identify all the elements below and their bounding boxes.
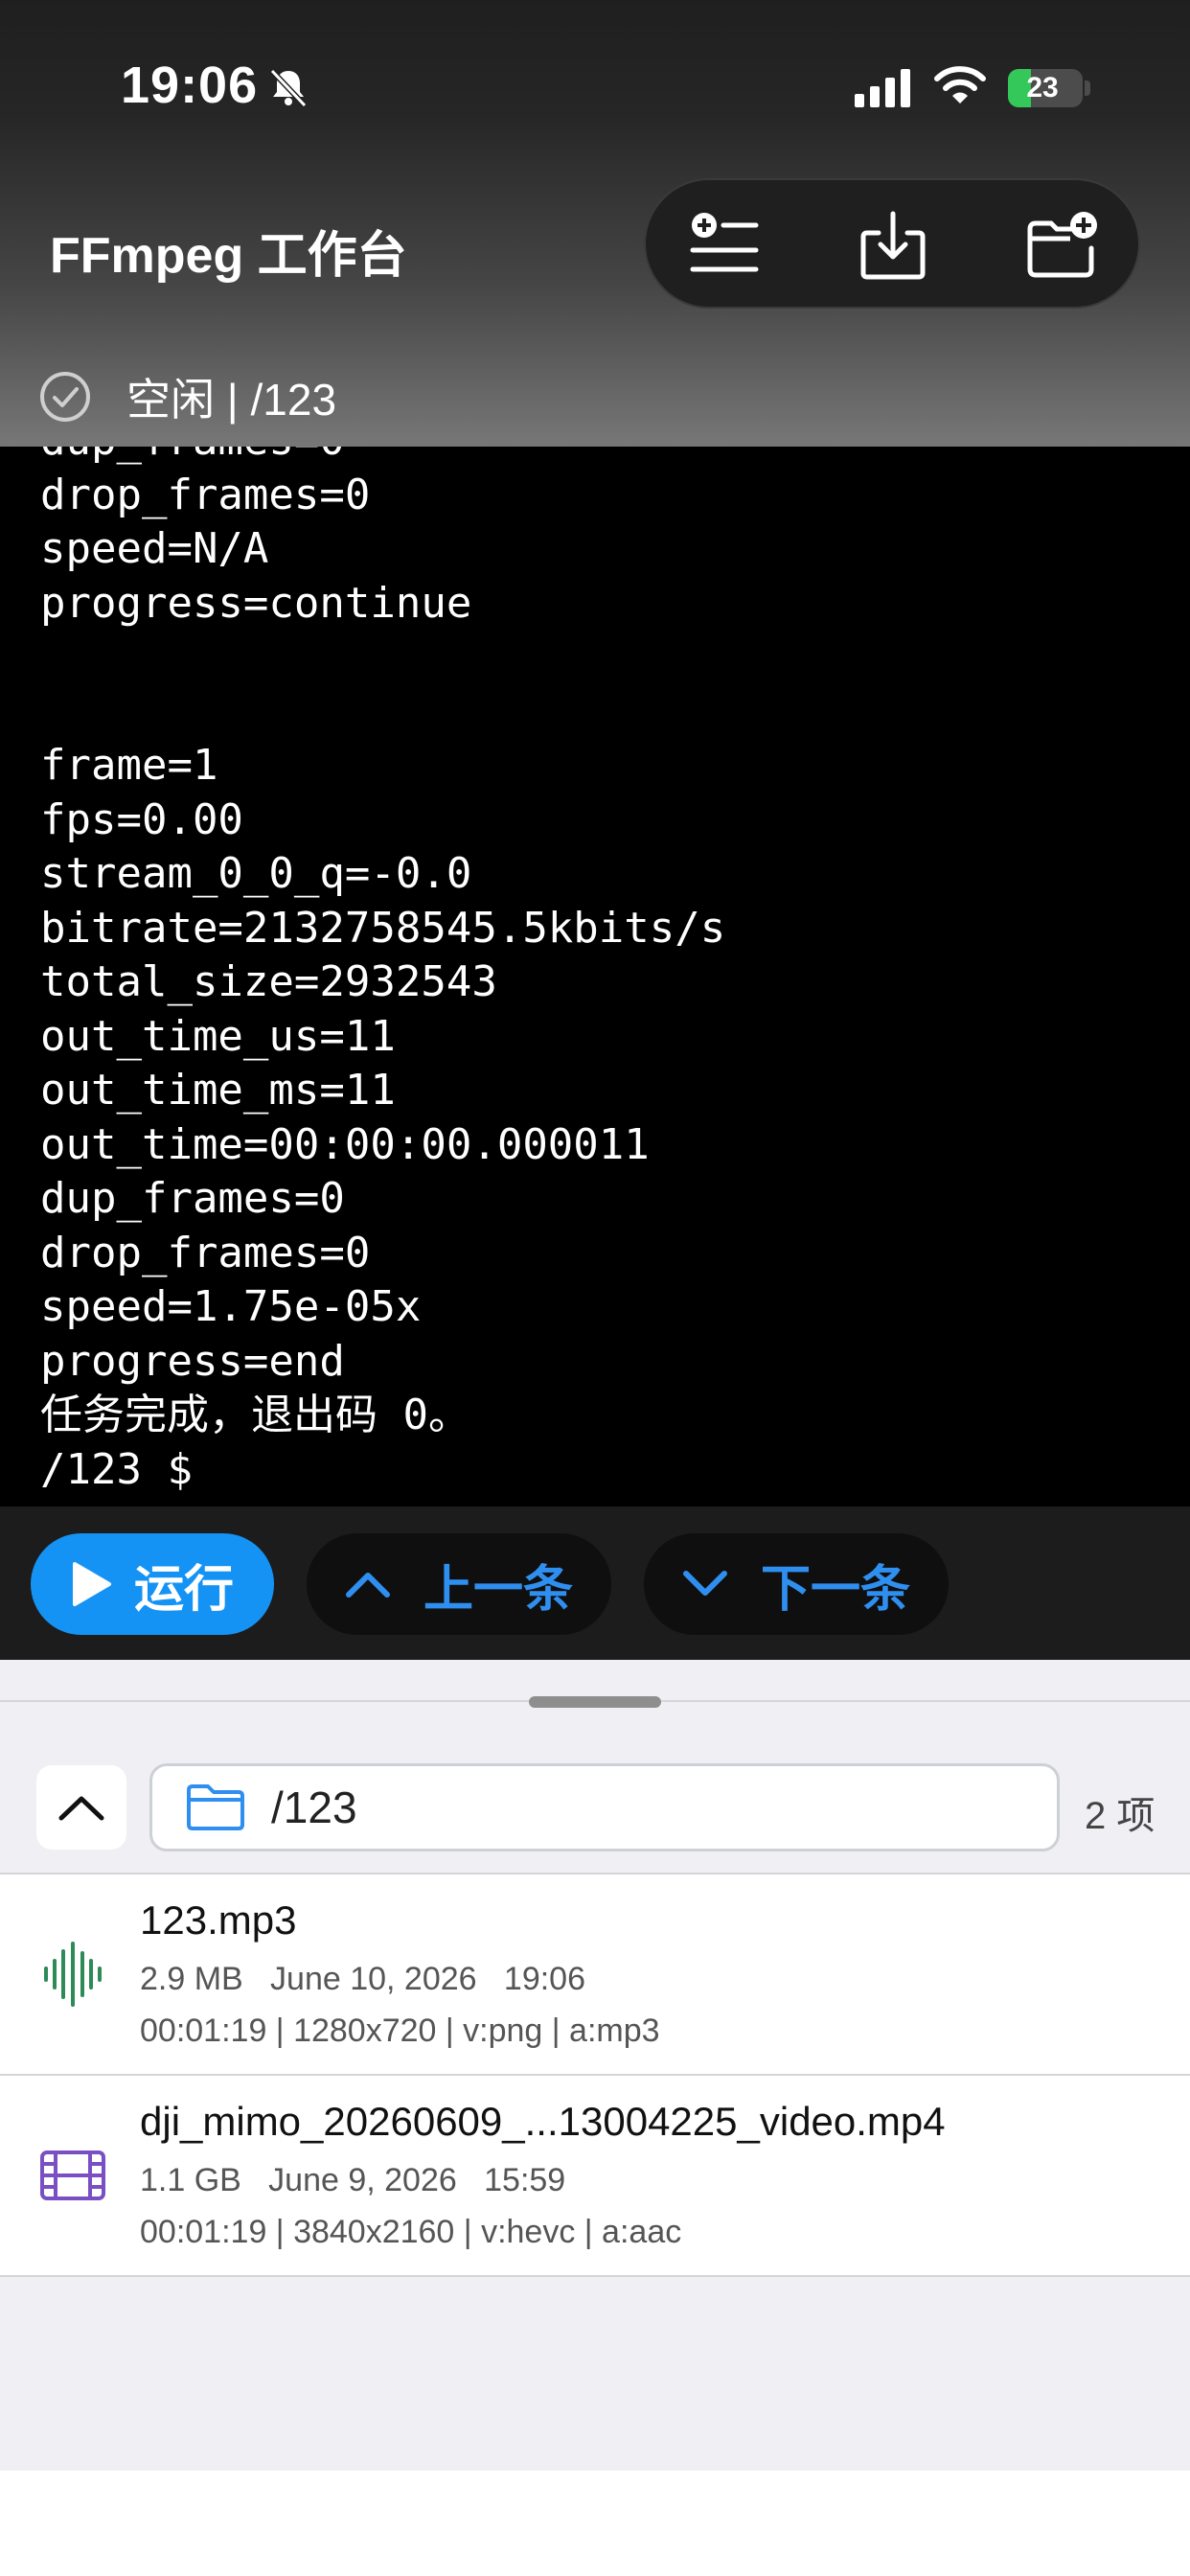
battery-level: 23 [1026, 72, 1059, 104]
terminal-line: out_time_ms=11 [40, 1066, 396, 1115]
previous-command-button[interactable]: 上一条 [307, 1533, 611, 1635]
terminal-line: progress=continue [40, 578, 472, 628]
terminal-output[interactable]: dup_frames=0drop_frames=0speed=N/Aprogre… [0, 447, 1190, 1506]
terminal-lines: dup_frames=0drop_frames=0speed=N/Aprogre… [40, 447, 725, 1497]
chevron-down-icon [682, 1571, 727, 1596]
terminal-line: stream_0_0_q=-0.0 [40, 849, 472, 898]
previous-command-label: 上一条 [423, 1561, 573, 1618]
page-title: FFmpeg 工作台 [50, 228, 407, 284]
run-button[interactable]: 运行 [31, 1533, 274, 1635]
download-icon [860, 211, 926, 280]
terminal-line: out_time_us=11 [40, 1011, 396, 1061]
file-media-info: 00:01:19 | 3840x2160 | v:hevc | a:aac [140, 2214, 682, 2250]
status-bar: 19:06 23 [0, 0, 1190, 172]
item-count: 2 项 [1085, 1795, 1156, 1837]
bell-slash-icon [269, 68, 308, 108]
terminal-line: dup_frames=0 [40, 1174, 345, 1223]
terminal-line: progress=end [40, 1336, 345, 1386]
terminal-line: bitrate=2132758545.5kbits/s [40, 903, 726, 953]
add-list-icon [690, 213, 759, 272]
chevron-up-icon [345, 1573, 390, 1598]
file-name: dji_mimo_20260609_...13004225_video.mp4 [140, 2099, 946, 2144]
film-icon [40, 2150, 105, 2200]
run-button-label: 运行 [133, 1561, 234, 1618]
chevron-up-icon [58, 1796, 104, 1821]
status-text: 空闲 | /123 [126, 375, 337, 425]
new-folder-icon [1027, 212, 1097, 278]
file-browser-panel: /123 2 项 123.mp3 2.9 MB June 10, 2026 19… [0, 1660, 1190, 2471]
folder-icon [187, 1784, 244, 1830]
checkmark-circle-icon [40, 372, 90, 422]
terminal-line: dup_frames=0 [40, 447, 725, 469]
task-status: 空闲 | /123 [38, 368, 336, 426]
list-item[interactable]: dji_mimo_20260609_...13004225_video.mp4 … [0, 2076, 1190, 2275]
current-path: /123 [271, 1782, 357, 1832]
panel-drag-handle[interactable] [529, 1696, 661, 1708]
terminal-line: /123 $ [40, 1444, 193, 1494]
header-toolbar [644, 178, 1140, 309]
next-command-label: 下一条 [760, 1561, 910, 1618]
terminal-line: drop_frames=0 [40, 1228, 371, 1277]
wifi-icon [934, 66, 986, 104]
path-field[interactable]: /123 [149, 1763, 1060, 1852]
terminal-line: speed=1.75e-05x [40, 1282, 422, 1331]
list-item[interactable]: 123.mp3 2.9 MB June 10, 2026 19:06 00:01… [0, 1874, 1190, 2074]
download-button[interactable] [853, 205, 933, 286]
bottom-area [0, 2471, 1190, 2576]
add-list-button[interactable] [684, 205, 765, 286]
play-icon [72, 1562, 111, 1606]
terminal-line: speed=N/A [40, 524, 269, 573]
cellular-signal-icon [855, 69, 910, 107]
terminal-line: total_size=2932543 [40, 957, 497, 1006]
terminal-line: fps=0.00 [40, 794, 243, 844]
new-folder-button[interactable] [1021, 205, 1102, 286]
audio-waveform-icon [44, 1942, 102, 2007]
terminal-line: frame=1 [40, 741, 218, 790]
battery-indicator: 23 [1008, 69, 1083, 107]
file-media-info: 00:01:19 | 1280x720 | v:png | a:mp3 [140, 2012, 660, 2049]
terminal-line: out_time=00:00:00.000011 [40, 1119, 650, 1169]
next-command-button[interactable]: 下一条 [644, 1533, 949, 1635]
app-header: 19:06 23 FFmpeg 工作台 空闲 | /123 [0, 0, 1190, 447]
file-size-date: 2.9 MB June 10, 2026 19:06 [140, 1961, 585, 1997]
command-bar: 运行 上一条 下一条 [0, 1506, 1190, 1660]
terminal-line: 任务完成，退出码 0。 [40, 1391, 470, 1439]
parent-folder-button[interactable] [36, 1765, 126, 1850]
terminal-line: drop_frames=0 [40, 470, 371, 519]
file-size-date: 1.1 GB June 9, 2026 15:59 [140, 2162, 566, 2198]
file-name: 123.mp3 [140, 1898, 297, 1943]
status-time: 19:06 [121, 57, 259, 114]
